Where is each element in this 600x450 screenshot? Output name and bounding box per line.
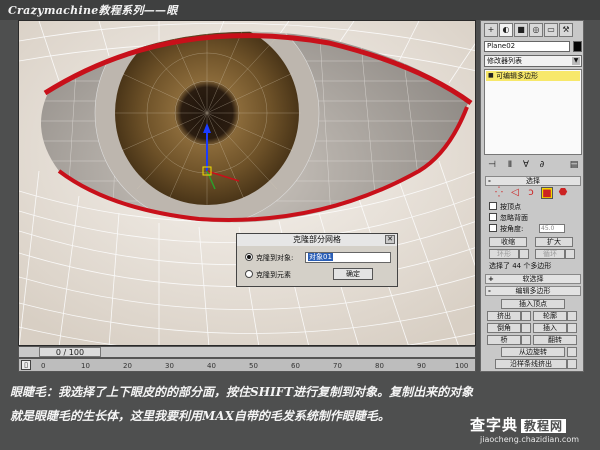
pin-stack-icon[interactable]: ⊣	[486, 159, 498, 171]
command-panel-tabs: + ◐ ■ ◎ ▭ ⚒	[484, 23, 574, 42]
tab-create-icon[interactable]: +	[484, 23, 498, 37]
grow-button[interactable]: 扩大	[535, 237, 573, 247]
extrude-along-spline-button[interactable]: 沿样条线挤出	[495, 359, 567, 369]
tab-modify-icon[interactable]: ◐	[499, 23, 513, 37]
clone-to-element-radio[interactable]: 克隆到元素	[245, 270, 291, 280]
track-tick: 20	[123, 362, 132, 370]
flip-button[interactable]: 翻转	[533, 335, 577, 345]
object-color-swatch[interactable]	[573, 41, 582, 52]
viewport[interactable]	[18, 20, 476, 346]
stack-toolbar: ⊣ Ⅱ ∀ ∂ ▤	[484, 159, 582, 173]
object-name-field[interactable]: Plane02	[484, 41, 570, 52]
bevel-settings-button[interactable]	[521, 323, 531, 333]
extrude-settings-button[interactable]	[521, 311, 531, 321]
ignore-backfacing-checkbox[interactable]: 忽略背面	[489, 213, 528, 223]
track-tick: 40	[207, 362, 216, 370]
modifier-stack: 可编辑多边形	[484, 69, 582, 155]
dialog-title: 克隆部分网格	[237, 234, 397, 246]
inset-settings-button[interactable]	[567, 323, 577, 333]
inset-button[interactable]: 插入	[533, 323, 567, 333]
close-icon[interactable]: ✕	[385, 235, 395, 244]
remove-modifier-icon[interactable]: ∂	[536, 159, 548, 171]
edge-mode-icon[interactable]: ◁	[509, 187, 521, 199]
ok-button[interactable]: 确定	[333, 268, 373, 280]
by-angle-checkbox[interactable]: 按角度:	[489, 224, 523, 234]
time-slider[interactable]: 0 / 100	[39, 347, 101, 357]
make-unique-icon[interactable]: ∀	[520, 159, 532, 171]
configure-sets-icon[interactable]: ▤	[568, 159, 580, 171]
outline-button[interactable]: 轮廓	[533, 311, 567, 321]
clone-part-of-mesh-dialog: 克隆部分网格 ✕ 克隆到对象: 对象01 克隆到元素 确定	[236, 233, 398, 287]
ring-button[interactable]: 环形	[489, 249, 519, 259]
modifier-list-label: 修改器列表	[487, 57, 522, 65]
selection-status: 选择了 44 个多边形	[489, 262, 552, 270]
tab-utilities-icon[interactable]: ⚒	[559, 23, 573, 37]
track-tick: 10	[81, 362, 90, 370]
time-slider-track[interactable]: 0 / 100	[18, 346, 476, 358]
polygon-mode-icon[interactable]: ■	[541, 187, 553, 199]
track-tick: 0	[41, 362, 46, 370]
key-mode-icon[interactable]: ▯	[21, 360, 31, 370]
rollout-edit-polygons[interactable]: - 编辑多边形	[485, 286, 581, 296]
ring-spinner[interactable]	[519, 249, 529, 259]
shrink-button[interactable]: 收缩	[489, 237, 527, 247]
outline-settings-button[interactable]	[567, 311, 577, 321]
track-tick: 50	[249, 362, 258, 370]
caption-line-2: 就是眼睫毛的生长体，这里我要利用MAX自带的毛发系统制作眼睫毛。	[10, 409, 390, 423]
track-tick: 80	[375, 362, 384, 370]
watermark-logo: 查字典 教程网	[470, 414, 567, 435]
track-tick: 30	[165, 362, 174, 370]
loop-button[interactable]: 循环	[535, 249, 565, 259]
rollout-selection[interactable]: - 选择	[485, 176, 581, 186]
track-tick: 90	[417, 362, 426, 370]
angle-spinner[interactable]: 45.0	[539, 224, 565, 233]
eye-model-render	[19, 21, 475, 345]
insert-vertex-button[interactable]: 插入顶点	[501, 299, 565, 309]
vertex-mode-icon[interactable]: ⁛	[493, 187, 505, 199]
tutorial-caption: 眼睫毛：我选择了上下眼皮的的部分面，按住SHIFT进行复制到对象。复制出来的对象…	[10, 380, 490, 428]
rollout-soft-selection[interactable]: + 软选择	[485, 274, 581, 284]
track-tick: 70	[333, 362, 342, 370]
tab-display-icon[interactable]: ▭	[544, 23, 558, 37]
track-bar[interactable]: ▯ 0 10 20 30 40 50 60 70 80 90 100	[18, 358, 476, 372]
hinge-from-edge-button[interactable]: 从边旋转	[501, 347, 565, 357]
caption-line-1: 眼睫毛：我选择了上下眼皮的的部分面，按住SHIFT进行复制到对象。复制出来的对象	[10, 385, 474, 399]
by-vertex-checkbox[interactable]: 按顶点	[489, 202, 521, 212]
extrude-button[interactable]: 挤出	[487, 311, 521, 321]
bevel-button[interactable]: 倒角	[487, 323, 521, 333]
border-mode-icon[interactable]: ↄ	[525, 187, 537, 199]
clone-to-object-radio[interactable]: 克隆到对象:	[245, 253, 293, 263]
bridge-settings-button[interactable]	[521, 335, 531, 345]
object-name-input[interactable]: 对象01	[305, 252, 391, 263]
track-tick: 60	[291, 362, 300, 370]
page-title: Crazymachine教程系列——眼	[8, 4, 178, 17]
element-mode-icon[interactable]: ⬣	[557, 187, 569, 199]
modifier-list-dropdown[interactable]: 修改器列表 ▼	[484, 55, 582, 67]
tab-hierarchy-icon[interactable]: ■	[514, 23, 528, 37]
show-end-result-icon[interactable]: Ⅱ	[504, 159, 516, 171]
header-bar: Crazymachine教程系列——眼	[0, 0, 600, 20]
bridge-button[interactable]: 桥	[487, 335, 521, 345]
extrude-spline-settings-button[interactable]	[567, 359, 577, 369]
tab-motion-icon[interactable]: ◎	[529, 23, 543, 37]
hinge-settings-button[interactable]	[567, 347, 577, 357]
watermark-url: jiaocheng.chazidian.com	[480, 435, 580, 444]
command-panel: +◐■◎▭⚒ Plane02 修改器列表 ▼ 可编辑多边形 ⊣ Ⅱ ∀ ∂ ▤ …	[480, 20, 584, 372]
loop-spinner[interactable]	[565, 249, 575, 259]
chevron-down-icon: ▼	[572, 57, 580, 65]
stack-item-editable-poly[interactable]: 可编辑多边形	[486, 71, 580, 81]
track-tick: 100	[455, 362, 469, 370]
